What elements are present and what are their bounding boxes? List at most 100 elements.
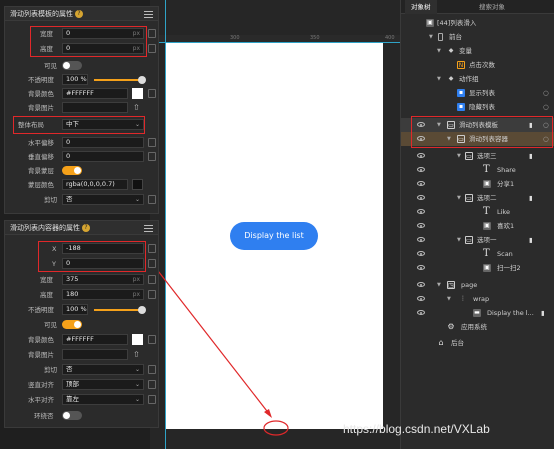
wrap-toggle[interactable] <box>62 411 82 420</box>
tab-search-objects[interactable]: 搜索对象 <box>473 0 511 14</box>
tree-row-foreground[interactable]: ▼ 前台 <box>401 30 554 44</box>
clip-select[interactable]: 否 ⌄ <box>62 194 144 205</box>
opacity-slider[interactable] <box>94 76 146 84</box>
caret-down-icon[interactable]: ▼ <box>457 233 461 247</box>
lock-icon[interactable] <box>148 244 156 253</box>
tree-row-scan-2[interactable]: ▣ 扫一扫2 <box>401 261 554 275</box>
clip-row: 剪切 否 ⌄ <box>10 364 156 376</box>
menu-icon[interactable] <box>144 11 153 18</box>
eye-icon[interactable] <box>417 167 425 172</box>
tree-row-variables[interactable]: ▼ ◆ 变量 <box>401 44 554 58</box>
eye-icon[interactable] <box>417 251 425 256</box>
color-swatch[interactable] <box>132 88 143 99</box>
lock-icon[interactable] <box>148 275 156 284</box>
opacity-field[interactable]: 100 % <box>62 74 88 85</box>
h-offset-field[interactable]: 0 <box>62 137 144 148</box>
lock-icon[interactable] <box>148 89 156 98</box>
variable-icon: N <box>457 61 465 69</box>
caret-down-icon[interactable]: ▼ <box>429 30 433 44</box>
color-swatch[interactable] <box>132 179 143 190</box>
tree-row-wrap[interactable]: ▼ ⋮ wrap <box>401 292 554 306</box>
eye-icon[interactable] <box>417 209 425 214</box>
bg-image-field[interactable] <box>62 102 128 113</box>
clip-row: 剪切 否 ⌄ <box>10 194 156 206</box>
group-icon: ▭ <box>465 152 473 160</box>
height-row: 高度 180 px <box>10 289 156 301</box>
lock-icon[interactable] <box>148 44 156 53</box>
tree-row-action-group[interactable]: ▼ ◆ 动作组 <box>401 72 554 86</box>
badge-icon: ▮ <box>529 152 533 160</box>
badge-icon: ▮ <box>529 236 533 244</box>
eye-icon[interactable] <box>417 237 425 242</box>
eye-icon[interactable] <box>417 195 425 200</box>
tree-row-click-count[interactable]: N 点击次数 <box>401 58 554 72</box>
help-icon[interactable]: ? <box>75 10 83 18</box>
visible-toggle[interactable] <box>62 61 82 70</box>
lock-icon[interactable] <box>148 195 156 204</box>
eye-icon[interactable] <box>417 282 425 287</box>
caret-down-icon[interactable]: ▼ <box>457 191 461 205</box>
bg-image-field[interactable] <box>62 349 128 360</box>
tree-row-root[interactable]: ▣ [44]列表滑入 <box>401 16 554 30</box>
eye-icon[interactable] <box>417 296 425 301</box>
opacity-field[interactable]: 100 % <box>62 304 88 315</box>
caret-down-icon[interactable]: ▼ <box>447 292 451 306</box>
tree-row-option-2[interactable]: ▼ ▭ 选项二 ▮ <box>401 191 554 205</box>
caret-down-icon[interactable]: ▼ <box>437 44 441 58</box>
bg-color-field[interactable]: #FFFFFF <box>62 334 128 345</box>
caret-down-icon[interactable]: ▼ <box>437 72 441 86</box>
eye-icon[interactable] <box>417 223 425 228</box>
lock-icon[interactable] <box>148 380 156 389</box>
lock-icon[interactable] <box>148 335 156 344</box>
lock-icon[interactable] <box>148 138 156 147</box>
chevron-down-icon: ⌄ <box>134 381 140 388</box>
tab-object-tree[interactable]: 对象树 <box>405 0 437 14</box>
eye-icon[interactable] <box>417 153 425 158</box>
tree-row-hide-list[interactable]: ▪ 隐藏列表 ○ <box>401 100 554 114</box>
eye-icon[interactable] <box>417 181 425 186</box>
lock-icon[interactable] <box>148 395 156 404</box>
lock-icon[interactable] <box>148 290 156 299</box>
help-icon[interactable]: ? <box>82 224 90 232</box>
h-align-select[interactable]: 靠左 ⌄ <box>62 394 144 405</box>
lock-icon[interactable] <box>148 365 156 374</box>
tree-row-option-3[interactable]: ▼ ▭ 选项三 ▮ <box>401 149 554 163</box>
page-icon: ◳ <box>447 281 455 289</box>
tree-row-page[interactable]: ▼ ◳ page <box>401 278 554 292</box>
tree-row-share[interactable]: T Share <box>401 163 554 177</box>
caret-down-icon[interactable]: ▼ <box>437 278 441 292</box>
visible-toggle[interactable] <box>62 320 82 329</box>
tree-row-display-list-button[interactable]: ▬ Display the l... ▮ <box>401 306 554 320</box>
eye-icon[interactable] <box>417 265 425 270</box>
lock-icon[interactable] <box>148 259 156 268</box>
upload-icon[interactable]: ⇧ <box>133 349 140 361</box>
mask-color-field[interactable]: rgba(0,0,0,0.7) <box>62 179 128 190</box>
tree-row-option-1[interactable]: ▼ ▭ 选项一 ▮ <box>401 233 554 247</box>
highlight-position <box>38 241 146 272</box>
v-offset-field[interactable]: 0 <box>62 151 144 162</box>
tree-row-background[interactable]: ⌂ 后台 <box>401 336 554 350</box>
tree-label: 动作组 <box>459 75 479 83</box>
caret-down-icon[interactable]: ▼ <box>457 149 461 163</box>
tree-row-like[interactable]: T Like <box>401 205 554 219</box>
tree-row-scan[interactable]: T Scan <box>401 247 554 261</box>
eye-icon[interactable] <box>417 310 425 315</box>
tree-label: Share <box>497 166 516 174</box>
clip-select[interactable]: 否 ⌄ <box>62 364 144 375</box>
lock-icon[interactable] <box>148 29 156 38</box>
tree-row-like-1[interactable]: ▣ 喜欢1 <box>401 219 554 233</box>
tree-row-share-1[interactable]: ▣ 分享1 <box>401 177 554 191</box>
width-field[interactable]: 375 px <box>62 274 144 285</box>
upload-icon[interactable]: ⇧ <box>133 102 140 114</box>
home-icon: ⌂ <box>438 338 444 347</box>
height-field[interactable]: 180 px <box>62 289 144 300</box>
menu-icon[interactable] <box>144 225 153 232</box>
bg-color-field[interactable]: #FFFFFF <box>62 88 128 99</box>
mask-toggle[interactable] <box>62 166 82 175</box>
v-align-select[interactable]: 顶部 ⌄ <box>62 379 144 390</box>
tree-row-app-system[interactable]: ⚙ 应用系统 <box>401 320 554 334</box>
tree-row-show-list[interactable]: ▪ 显示列表 ○ <box>401 86 554 100</box>
opacity-slider[interactable] <box>94 306 146 314</box>
lock-icon[interactable] <box>148 152 156 161</box>
color-swatch[interactable] <box>132 334 143 345</box>
